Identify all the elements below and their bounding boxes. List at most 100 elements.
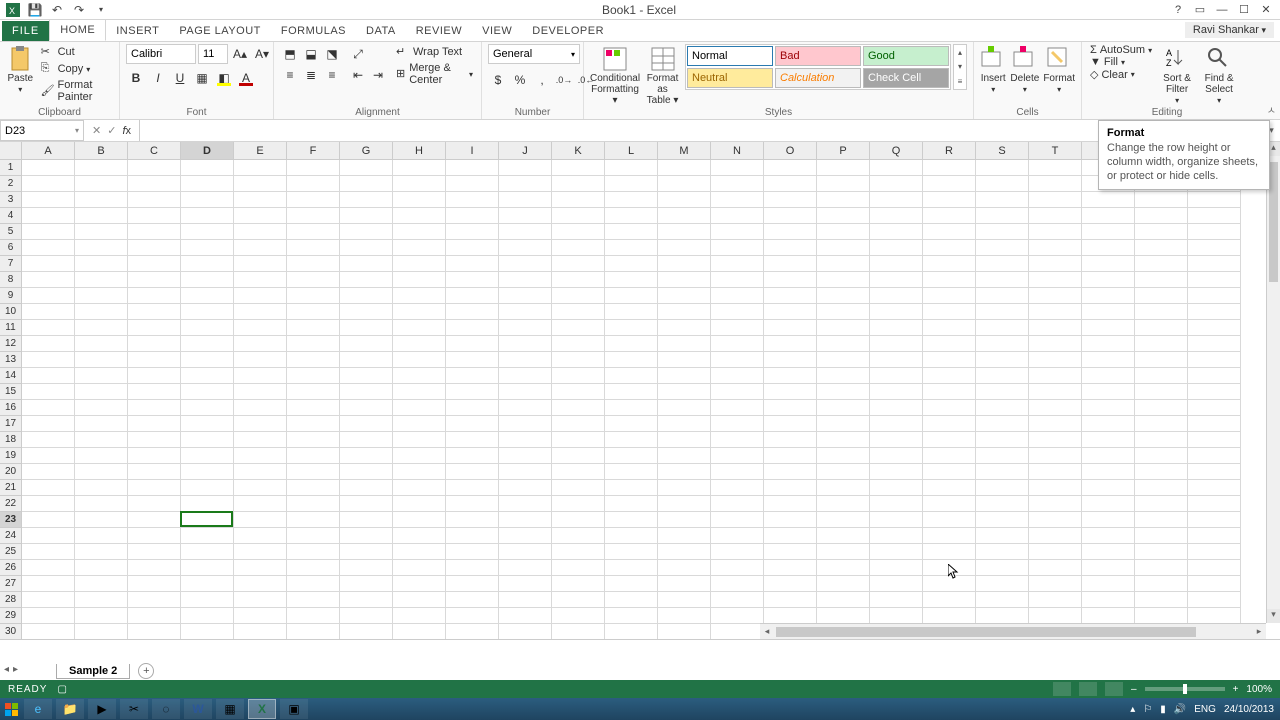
cell[interactable]: [711, 336, 764, 352]
cell[interactable]: [128, 256, 181, 272]
cell[interactable]: [711, 544, 764, 560]
cell[interactable]: [870, 576, 923, 592]
cell[interactable]: [446, 192, 499, 208]
row-header-28[interactable]: 28: [0, 592, 21, 608]
cell[interactable]: [1188, 304, 1241, 320]
cell[interactable]: [923, 160, 976, 176]
cell[interactable]: [1135, 208, 1188, 224]
cell[interactable]: [817, 592, 870, 608]
cell[interactable]: [1188, 368, 1241, 384]
cell[interactable]: [446, 496, 499, 512]
cell[interactable]: [870, 448, 923, 464]
row-header-4[interactable]: 4: [0, 208, 21, 224]
cell[interactable]: [658, 608, 711, 624]
cell[interactable]: [1082, 256, 1135, 272]
cell[interactable]: [817, 464, 870, 480]
cell[interactable]: [1135, 320, 1188, 336]
cell[interactable]: [552, 336, 605, 352]
align-bottom-icon[interactable]: ⬔: [322, 44, 342, 64]
cell[interactable]: [764, 464, 817, 480]
cell[interactable]: [393, 384, 446, 400]
delete-cells-button[interactable]: Delete▾: [1010, 44, 1039, 94]
cell[interactable]: [393, 224, 446, 240]
cell[interactable]: [393, 240, 446, 256]
cell[interactable]: [499, 512, 552, 528]
cell[interactable]: [181, 272, 234, 288]
cell[interactable]: [128, 448, 181, 464]
cell[interactable]: [1029, 256, 1082, 272]
cell[interactable]: [499, 448, 552, 464]
shrink-font-icon[interactable]: A▾: [252, 44, 272, 64]
cell[interactable]: [1135, 512, 1188, 528]
cell[interactable]: [817, 304, 870, 320]
cell[interactable]: [605, 208, 658, 224]
cell[interactable]: [234, 160, 287, 176]
cell[interactable]: [446, 576, 499, 592]
cell[interactable]: [234, 240, 287, 256]
cell[interactable]: [75, 240, 128, 256]
cell[interactable]: [75, 320, 128, 336]
cell[interactable]: [764, 160, 817, 176]
taskbar-app5-icon[interactable]: ◌: [152, 699, 180, 719]
cell[interactable]: [393, 368, 446, 384]
taskbar-word-icon[interactable]: W: [184, 699, 212, 719]
cell[interactable]: [764, 224, 817, 240]
cell[interactable]: [711, 528, 764, 544]
cell[interactable]: [499, 224, 552, 240]
cell[interactable]: [75, 576, 128, 592]
cell[interactable]: [446, 384, 499, 400]
row-header-21[interactable]: 21: [0, 480, 21, 496]
cell[interactable]: [22, 624, 75, 640]
cell[interactable]: [393, 608, 446, 624]
cell[interactable]: [1188, 400, 1241, 416]
cell[interactable]: [340, 608, 393, 624]
cell[interactable]: [764, 256, 817, 272]
cell[interactable]: [817, 272, 870, 288]
cell[interactable]: [764, 320, 817, 336]
tab-home[interactable]: HOME: [49, 19, 106, 41]
row-header-22[interactable]: 22: [0, 496, 21, 512]
cell[interactable]: [499, 544, 552, 560]
cell[interactable]: [1029, 448, 1082, 464]
cell[interactable]: [1082, 336, 1135, 352]
cell[interactable]: [340, 320, 393, 336]
cell[interactable]: [393, 176, 446, 192]
fill-button[interactable]: ▼Fill▾: [1088, 56, 1154, 68]
cell[interactable]: [1188, 240, 1241, 256]
cell[interactable]: [1082, 416, 1135, 432]
row-header-3[interactable]: 3: [0, 192, 21, 208]
cell[interactable]: [817, 352, 870, 368]
copy-button[interactable]: ⎘Copy▾: [39, 61, 113, 77]
cell[interactable]: [1029, 432, 1082, 448]
user-account[interactable]: Ravi Shankar: [1185, 22, 1274, 38]
cell[interactable]: [499, 368, 552, 384]
cell[interactable]: [1029, 224, 1082, 240]
col-header-H[interactable]: H: [393, 142, 446, 159]
cell[interactable]: [870, 272, 923, 288]
col-header-O[interactable]: O: [764, 142, 817, 159]
cell[interactable]: [234, 528, 287, 544]
cell[interactable]: [764, 384, 817, 400]
cell[interactable]: [181, 496, 234, 512]
cell[interactable]: [605, 256, 658, 272]
cell[interactable]: [393, 160, 446, 176]
cell[interactable]: [22, 432, 75, 448]
cell[interactable]: [923, 240, 976, 256]
cell[interactable]: [446, 320, 499, 336]
cell[interactable]: [1029, 336, 1082, 352]
cell[interactable]: [393, 496, 446, 512]
cell[interactable]: [552, 416, 605, 432]
cell[interactable]: [234, 368, 287, 384]
cell[interactable]: [499, 624, 552, 640]
cell[interactable]: [552, 224, 605, 240]
cell[interactable]: [658, 208, 711, 224]
cell[interactable]: [552, 240, 605, 256]
cell[interactable]: [1082, 512, 1135, 528]
cell[interactable]: [552, 288, 605, 304]
taskbar-snip-icon[interactable]: ✂: [120, 699, 148, 719]
cell[interactable]: [817, 496, 870, 512]
cell[interactable]: [75, 160, 128, 176]
cell[interactable]: [923, 400, 976, 416]
cell[interactable]: [446, 592, 499, 608]
cell[interactable]: [817, 480, 870, 496]
